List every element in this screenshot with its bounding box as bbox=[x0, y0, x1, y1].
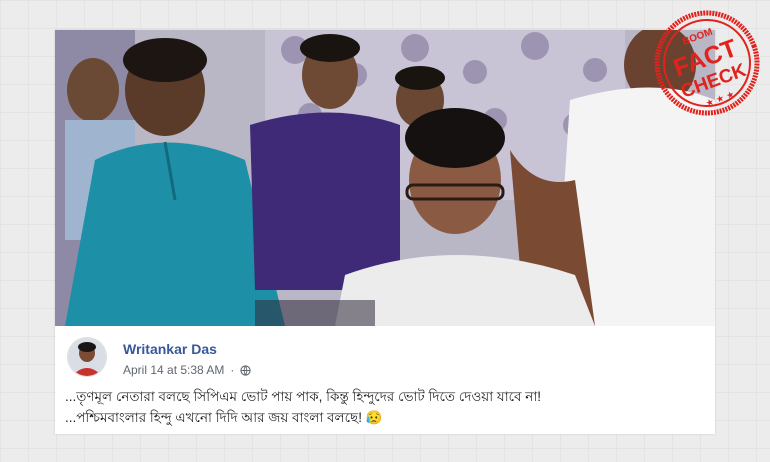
video-still-image bbox=[55, 30, 715, 326]
facebook-post-card: Writankar Das April 14 at 5:38 AM · ...ত… bbox=[55, 30, 715, 434]
post-text-line-1: ...তৃণমূল নেতারা বলছে সিপিএম ভোট পায় পা… bbox=[65, 389, 542, 404]
fact-check-stamp-graphic: BOOM FACT CHECK ★ ★ ★ bbox=[654, 10, 760, 116]
post-date[interactable]: April 14 at 5:38 AM bbox=[123, 363, 224, 377]
author-name[interactable]: Writankar Das bbox=[123, 341, 217, 357]
globe-icon[interactable] bbox=[240, 364, 252, 376]
post-body: ...তৃণমূল নেতারা বলছে সিপিএম ভোট পায় পা… bbox=[65, 386, 705, 428]
post-timestamp-row: April 14 at 5:38 AM · bbox=[123, 363, 252, 377]
video-frame[interactable] bbox=[55, 30, 715, 326]
dot-separator: · bbox=[230, 363, 235, 377]
post-header: Writankar Das April 14 at 5:38 AM · bbox=[67, 337, 707, 381]
author-avatar[interactable] bbox=[67, 337, 107, 377]
fact-check-stamp: BOOM FACT CHECK ★ ★ ★ bbox=[651, 8, 763, 118]
avatar-image bbox=[68, 338, 106, 376]
post-text-line-2: ...পশ্চিমবাংলার হিন্দু এখনো দিদি আর জয় … bbox=[65, 410, 383, 425]
